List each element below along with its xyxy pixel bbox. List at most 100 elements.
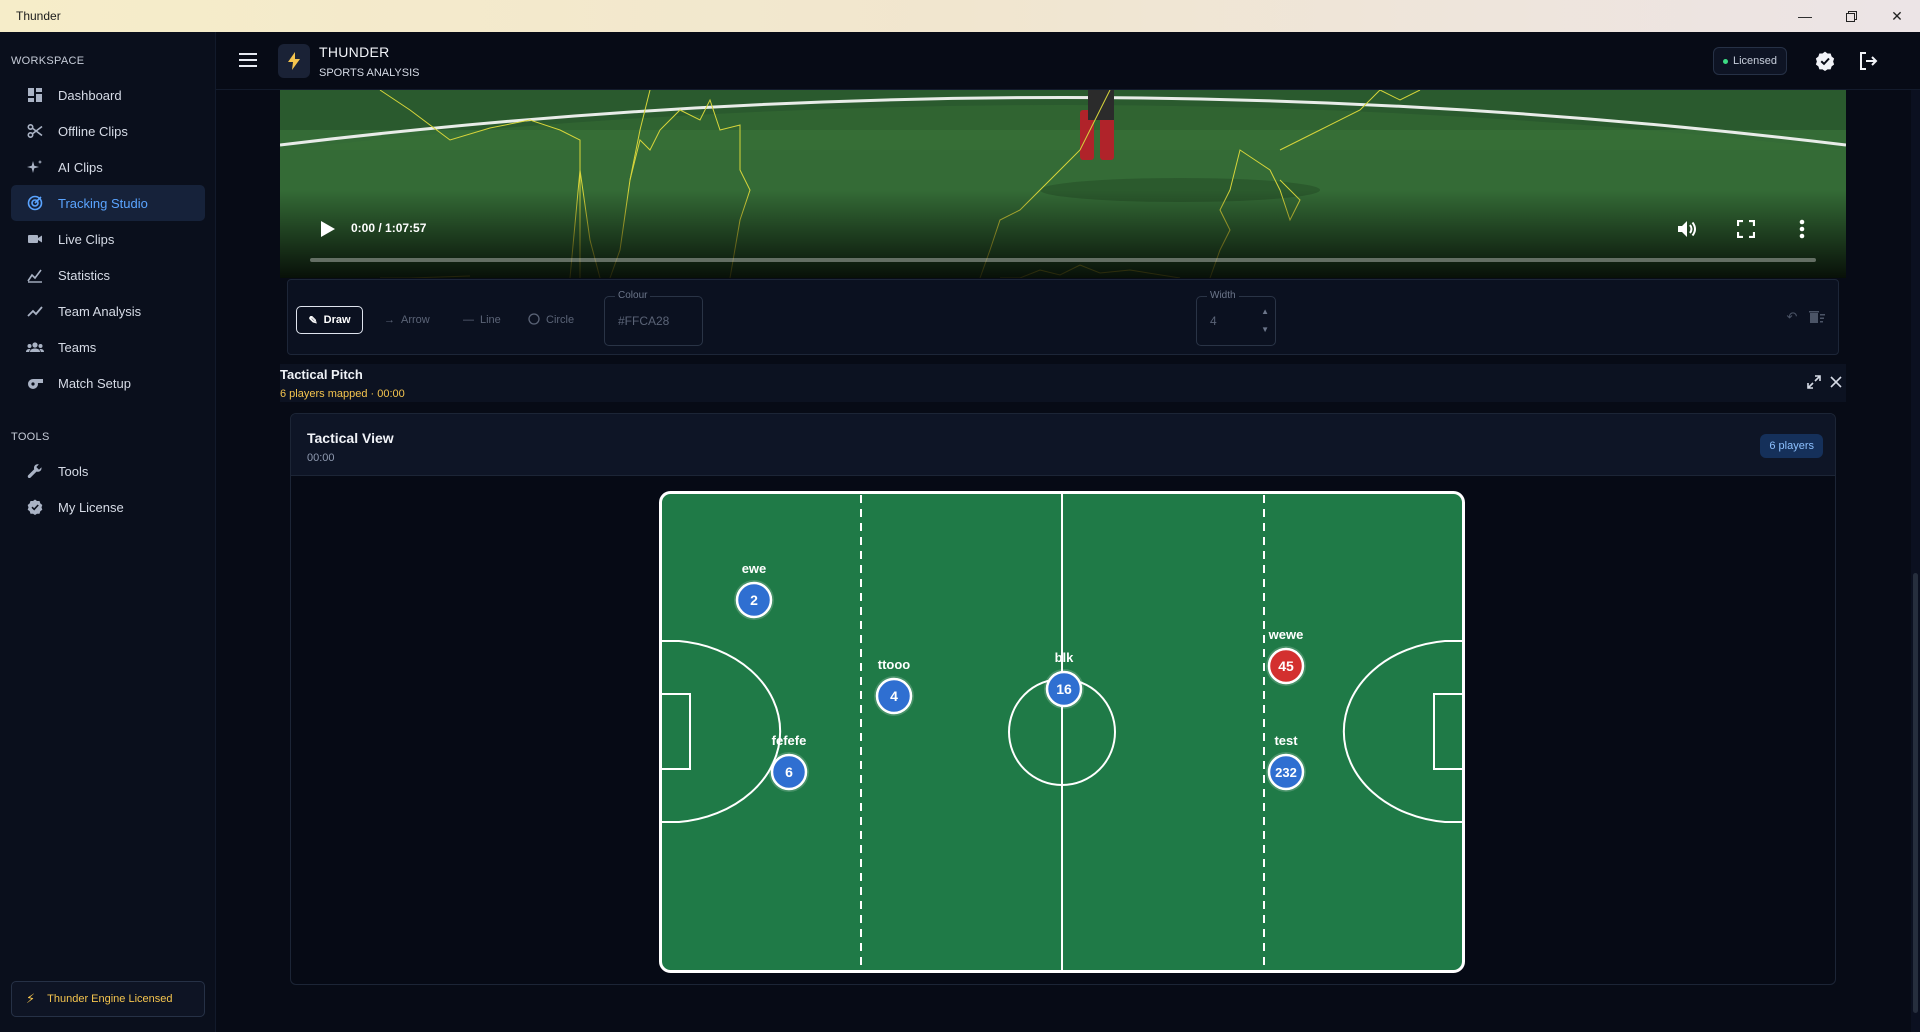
wrench-icon [25, 461, 45, 481]
draw-mode-button[interactable]: ✎ Draw [296, 306, 363, 334]
license-verified-button[interactable] [1813, 49, 1837, 73]
player-name: fefefe [772, 733, 807, 748]
circle-tool-button[interactable]: Circle [528, 306, 574, 334]
sidebar-item-label: Tracking Studio [58, 195, 148, 211]
minimize-icon: — [1798, 8, 1812, 24]
draw-label: Draw [323, 314, 351, 326]
more-vertical-icon [1799, 219, 1805, 239]
sidebar-item-my-license[interactable]: My License [11, 489, 205, 525]
expand-icon [1807, 375, 1821, 389]
player-name: blk [1055, 650, 1075, 665]
sidebar-item-dashboard[interactable]: Dashboard [11, 77, 205, 113]
tactical-pitch-title: Tactical Pitch [280, 367, 363, 382]
player-name: ttooo [878, 657, 911, 672]
sidebar-item-label: Statistics [58, 267, 111, 283]
statistics-icon [25, 265, 45, 285]
undo-button[interactable]: ↶ [1783, 308, 1801, 326]
workspace-section-label: WORKSPACE [11, 55, 85, 67]
undo-icon: ↶ [1786, 309, 1798, 324]
sidebar-item-teams[interactable]: Teams [11, 329, 205, 365]
app-subtitle: SPORTS ANALYSIS [319, 67, 420, 79]
width-value: 4 [1210, 314, 1217, 328]
page-scrollbar[interactable] [1911, 90, 1920, 1032]
chevron-up-icon[interactable]: ▲ [1261, 303, 1269, 321]
player-number: 16 [1056, 681, 1072, 697]
tactical-view-title: Tactical View [307, 430, 394, 446]
drawing-toolbar: ✎ Draw → Arrow — Line Circle Colour #FFC… [287, 279, 1839, 355]
sidebar-item-match-setup[interactable]: Match Setup [11, 365, 205, 401]
hamburger-icon [239, 53, 257, 67]
player-marker[interactable]: 45 wewe [1266, 627, 1306, 686]
sidebar-item-label: Dashboard [58, 87, 122, 103]
logout-button[interactable] [1856, 49, 1880, 73]
player-count-badge: 6 players [1760, 434, 1823, 458]
close-window-button[interactable]: ✕ [1874, 0, 1920, 32]
lightning-icon: ⚡︎ [26, 991, 36, 1006]
arrow-tool-button[interactable]: → Arrow [384, 306, 430, 334]
video-camera-icon [25, 229, 45, 249]
scrollbar-thumb[interactable] [1913, 573, 1918, 1013]
player-marker[interactable]: 6 fefefe [769, 733, 809, 792]
close-panel-button[interactable] [1828, 374, 1844, 390]
expand-panel-button[interactable] [1806, 374, 1822, 390]
sidebar-item-label: Live Clips [58, 231, 115, 247]
colour-field[interactable]: Colour #FFCA28 [604, 290, 703, 346]
menu-toggle-button[interactable] [236, 48, 260, 72]
tools-section-label: TOOLS [11, 431, 50, 443]
video-more-options-button[interactable] [1790, 217, 1814, 241]
tactical-view-time: 00:00 [307, 452, 335, 464]
scissors-icon [25, 121, 45, 141]
circle-label: Circle [546, 314, 575, 326]
verified-badge-icon [25, 497, 45, 517]
sidebar-item-statistics[interactable]: Statistics [11, 257, 205, 293]
app-logo [278, 44, 310, 78]
width-field[interactable]: Width 4 ▲ ▼ [1196, 290, 1276, 346]
line-icon: — [463, 314, 474, 326]
player-marker[interactable]: 4 ttooo [874, 657, 914, 716]
verified-badge-icon [1815, 51, 1835, 71]
volume-button[interactable] [1676, 217, 1700, 241]
sidebar-item-tracking-studio[interactable]: Tracking Studio [11, 185, 205, 221]
sidebar-item-label: Match Setup [58, 375, 131, 391]
sidebar-item-label: Team Analysis [58, 303, 142, 319]
chevron-down-icon[interactable]: ▼ [1261, 321, 1269, 339]
arrow-label: Arrow [401, 314, 430, 326]
width-label: Width [1207, 290, 1239, 301]
sidebar-item-offline-clips[interactable]: Offline Clips [11, 113, 205, 149]
circle-outline-icon [528, 312, 540, 328]
video-progress-bar[interactable] [310, 258, 1816, 262]
draw-pen-icon: ✎ [308, 314, 318, 327]
video-time: 0:00 / 1:07:57 [351, 221, 427, 235]
sidebar-item-live-clips[interactable]: Live Clips [11, 221, 205, 257]
player-name: test [1274, 733, 1298, 748]
colour-label: Colour [615, 290, 651, 301]
app-header: THUNDER SPORTS ANALYSIS Licensed [216, 32, 1920, 90]
restore-icon [1845, 10, 1857, 22]
sidebar-item-label: Offline Clips [58, 123, 128, 139]
sidebar: WORKSPACE Dashboard Offline Clips AI Cli… [0, 32, 216, 1032]
licensed-status-badge: Licensed [1713, 47, 1787, 75]
line-tool-button[interactable]: — Line [463, 306, 501, 334]
video-player[interactable]: 0:00 / 1:07:57 [280, 90, 1846, 278]
lightning-icon [288, 52, 300, 70]
fullscreen-button[interactable] [1734, 217, 1758, 241]
volume-icon [1678, 221, 1696, 237]
player-number: 232 [1275, 765, 1297, 780]
sparkle-icon [25, 157, 45, 177]
sidebar-item-tools[interactable]: Tools [11, 453, 205, 489]
sidebar-item-ai-clips[interactable]: AI Clips [11, 149, 205, 185]
engine-license-badge: ⚡︎ Thunder Engine Licensed [11, 981, 205, 1017]
close-icon [1830, 376, 1842, 388]
player-name: wewe [1268, 627, 1304, 642]
player-number: 6 [785, 764, 793, 780]
play-button[interactable] [318, 219, 338, 239]
sidebar-item-team-analysis[interactable]: Team Analysis [11, 293, 205, 329]
tactical-pitch-field[interactable]: 2 ewe 4 ttooo 6 fefefe 16 blk 45 wewe 232 test [659, 491, 1465, 973]
clear-drawings-button[interactable] [1808, 308, 1826, 326]
sidebar-item-label: AI Clips [58, 159, 103, 175]
width-stepper[interactable]: ▲ ▼ [1261, 303, 1269, 339]
restore-button[interactable] [1828, 0, 1874, 32]
tools-nav: Tools My License [11, 453, 205, 525]
minimize-button[interactable]: — [1782, 0, 1828, 32]
tactical-view-header: Tactical View 00:00 6 players [291, 414, 1835, 476]
